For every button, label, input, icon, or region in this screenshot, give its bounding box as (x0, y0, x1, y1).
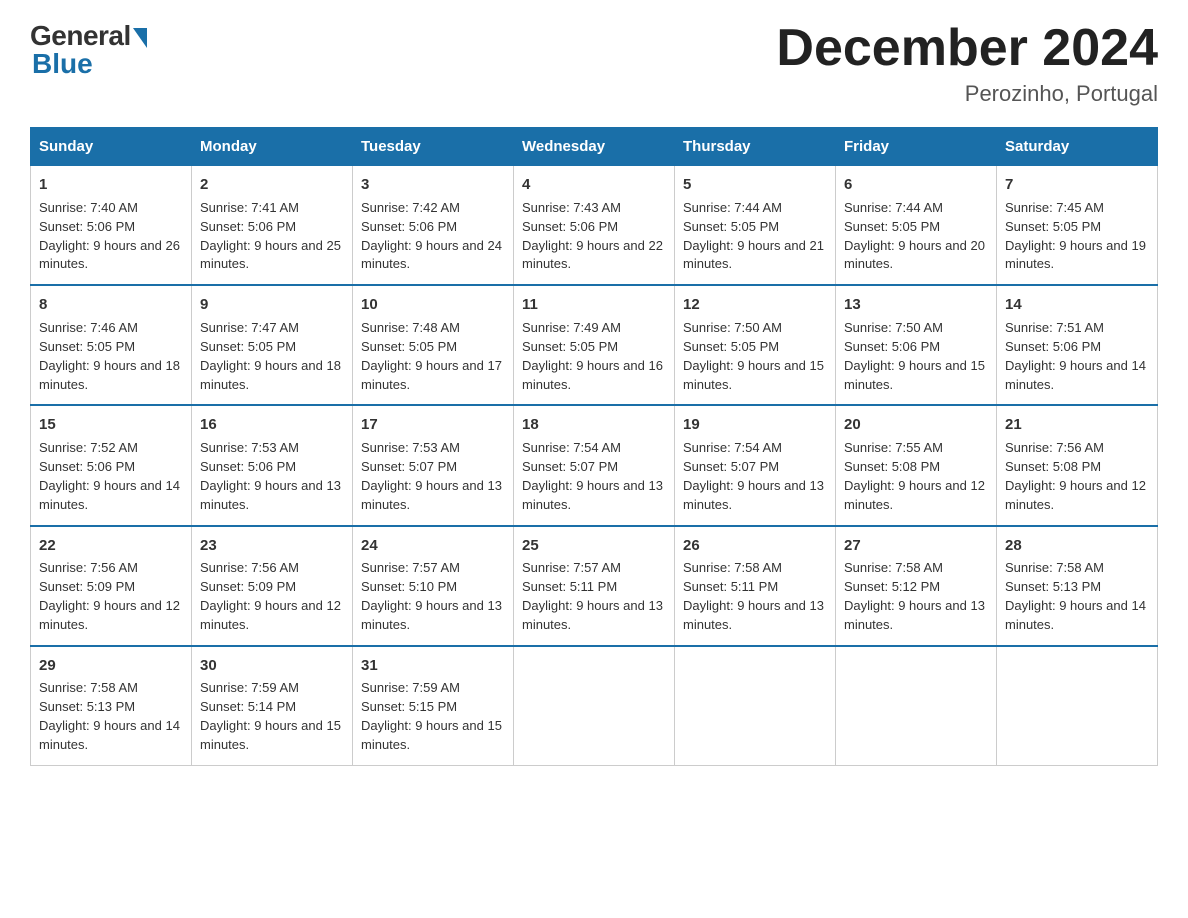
day-number: 24 (361, 535, 505, 557)
day-number: 13 (844, 294, 988, 316)
calendar-cell: 17Sunrise: 7:53 AMSunset: 5:07 PMDayligh… (353, 405, 514, 525)
calendar-cell: 30Sunrise: 7:59 AMSunset: 5:14 PMDayligh… (192, 646, 353, 766)
calendar-cell: 10Sunrise: 7:48 AMSunset: 5:05 PMDayligh… (353, 285, 514, 405)
day-number: 22 (39, 535, 183, 557)
calendar-cell: 4Sunrise: 7:43 AMSunset: 5:06 PMDaylight… (514, 166, 675, 286)
calendar-cell: 15Sunrise: 7:52 AMSunset: 5:06 PMDayligh… (31, 405, 192, 525)
calendar-cell: 23Sunrise: 7:56 AMSunset: 5:09 PMDayligh… (192, 526, 353, 646)
day-number: 1 (39, 174, 183, 196)
calendar-cell: 12Sunrise: 7:50 AMSunset: 5:05 PMDayligh… (675, 285, 836, 405)
calendar-cell: 9Sunrise: 7:47 AMSunset: 5:05 PMDaylight… (192, 285, 353, 405)
calendar-cell: 26Sunrise: 7:58 AMSunset: 5:11 PMDayligh… (675, 526, 836, 646)
day-number: 9 (200, 294, 344, 316)
header-monday: Monday (192, 128, 353, 166)
calendar-cell: 27Sunrise: 7:58 AMSunset: 5:12 PMDayligh… (836, 526, 997, 646)
day-number: 14 (1005, 294, 1149, 316)
day-number: 26 (683, 535, 827, 557)
day-number: 5 (683, 174, 827, 196)
calendar-cell: 11Sunrise: 7:49 AMSunset: 5:05 PMDayligh… (514, 285, 675, 405)
day-number: 10 (361, 294, 505, 316)
day-number: 2 (200, 174, 344, 196)
calendar-cell (675, 646, 836, 766)
day-number: 28 (1005, 535, 1149, 557)
calendar-cell (997, 646, 1158, 766)
header-friday: Friday (836, 128, 997, 166)
day-number: 11 (522, 294, 666, 316)
calendar-cell (836, 646, 997, 766)
day-number: 4 (522, 174, 666, 196)
day-number: 16 (200, 414, 344, 436)
day-number: 29 (39, 655, 183, 677)
day-number: 19 (683, 414, 827, 436)
month-title: December 2024 (776, 20, 1158, 77)
day-number: 18 (522, 414, 666, 436)
calendar-cell: 24Sunrise: 7:57 AMSunset: 5:10 PMDayligh… (353, 526, 514, 646)
logo-blue-text: Blue (32, 48, 93, 80)
day-number: 6 (844, 174, 988, 196)
day-number: 21 (1005, 414, 1149, 436)
calendar-cell: 5Sunrise: 7:44 AMSunset: 5:05 PMDaylight… (675, 166, 836, 286)
calendar-cell: 20Sunrise: 7:55 AMSunset: 5:08 PMDayligh… (836, 405, 997, 525)
day-number: 12 (683, 294, 827, 316)
day-number: 8 (39, 294, 183, 316)
header-wednesday: Wednesday (514, 128, 675, 166)
header-thursday: Thursday (675, 128, 836, 166)
calendar-cell (514, 646, 675, 766)
calendar-cell: 14Sunrise: 7:51 AMSunset: 5:06 PMDayligh… (997, 285, 1158, 405)
calendar-cell: 18Sunrise: 7:54 AMSunset: 5:07 PMDayligh… (514, 405, 675, 525)
calendar-cell: 29Sunrise: 7:58 AMSunset: 5:13 PMDayligh… (31, 646, 192, 766)
week-row-3: 15Sunrise: 7:52 AMSunset: 5:06 PMDayligh… (31, 405, 1158, 525)
calendar-cell: 1Sunrise: 7:40 AMSunset: 5:06 PMDaylight… (31, 166, 192, 286)
calendar-cell: 13Sunrise: 7:50 AMSunset: 5:06 PMDayligh… (836, 285, 997, 405)
calendar-cell: 25Sunrise: 7:57 AMSunset: 5:11 PMDayligh… (514, 526, 675, 646)
calendar-cell: 16Sunrise: 7:53 AMSunset: 5:06 PMDayligh… (192, 405, 353, 525)
calendar-cell: 19Sunrise: 7:54 AMSunset: 5:07 PMDayligh… (675, 405, 836, 525)
calendar-cell: 6Sunrise: 7:44 AMSunset: 5:05 PMDaylight… (836, 166, 997, 286)
week-row-1: 1Sunrise: 7:40 AMSunset: 5:06 PMDaylight… (31, 166, 1158, 286)
day-number: 25 (522, 535, 666, 557)
calendar-cell: 3Sunrise: 7:42 AMSunset: 5:06 PMDaylight… (353, 166, 514, 286)
location-label: Perozinho, Portugal (776, 81, 1158, 107)
calendar-cell: 7Sunrise: 7:45 AMSunset: 5:05 PMDaylight… (997, 166, 1158, 286)
day-number: 3 (361, 174, 505, 196)
day-number: 20 (844, 414, 988, 436)
week-row-5: 29Sunrise: 7:58 AMSunset: 5:13 PMDayligh… (31, 646, 1158, 766)
calendar-header-row: SundayMondayTuesdayWednesdayThursdayFrid… (31, 128, 1158, 166)
calendar-cell: 22Sunrise: 7:56 AMSunset: 5:09 PMDayligh… (31, 526, 192, 646)
calendar-table: SundayMondayTuesdayWednesdayThursdayFrid… (30, 127, 1158, 766)
title-section: December 2024 Perozinho, Portugal (776, 20, 1158, 107)
day-number: 31 (361, 655, 505, 677)
day-number: 23 (200, 535, 344, 557)
week-row-2: 8Sunrise: 7:46 AMSunset: 5:05 PMDaylight… (31, 285, 1158, 405)
day-number: 17 (361, 414, 505, 436)
week-row-4: 22Sunrise: 7:56 AMSunset: 5:09 PMDayligh… (31, 526, 1158, 646)
page-header: General Blue December 2024 Perozinho, Po… (30, 20, 1158, 107)
day-number: 15 (39, 414, 183, 436)
calendar-cell: 31Sunrise: 7:59 AMSunset: 5:15 PMDayligh… (353, 646, 514, 766)
logo: General Blue (30, 20, 147, 80)
calendar-cell: 8Sunrise: 7:46 AMSunset: 5:05 PMDaylight… (31, 285, 192, 405)
logo-arrow-icon (133, 28, 147, 48)
day-number: 7 (1005, 174, 1149, 196)
header-saturday: Saturday (997, 128, 1158, 166)
header-sunday: Sunday (31, 128, 192, 166)
day-number: 27 (844, 535, 988, 557)
calendar-cell: 28Sunrise: 7:58 AMSunset: 5:13 PMDayligh… (997, 526, 1158, 646)
header-tuesday: Tuesday (353, 128, 514, 166)
calendar-cell: 2Sunrise: 7:41 AMSunset: 5:06 PMDaylight… (192, 166, 353, 286)
calendar-cell: 21Sunrise: 7:56 AMSunset: 5:08 PMDayligh… (997, 405, 1158, 525)
day-number: 30 (200, 655, 344, 677)
